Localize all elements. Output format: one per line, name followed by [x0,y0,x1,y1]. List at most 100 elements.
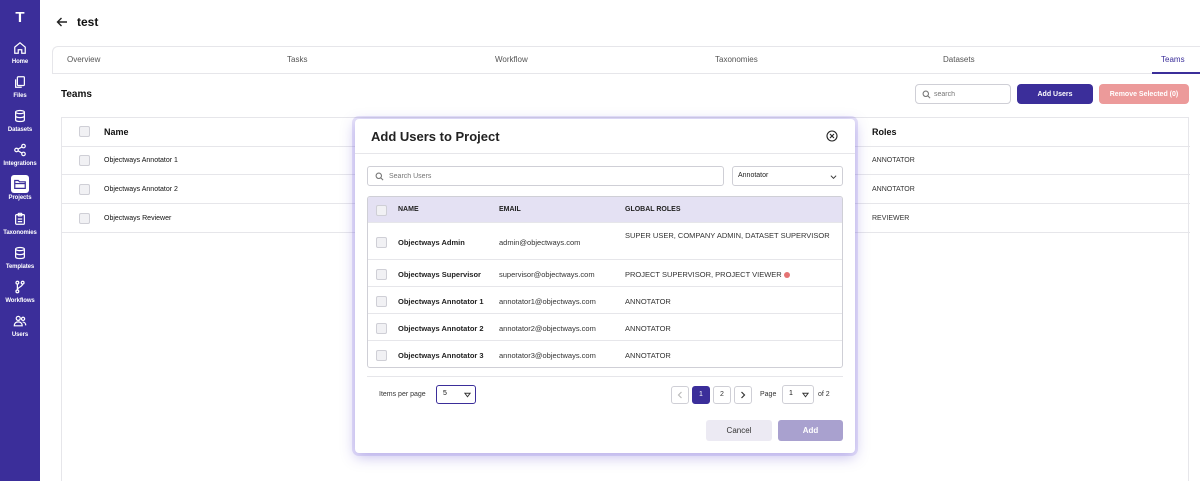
sidebar-item-datasets[interactable]: Datasets [0,109,40,141]
search-icon [922,90,931,99]
user-global-roles: ANNOTATOR [625,324,671,333]
page-title: test [77,15,99,29]
table-row[interactable]: Objectways Admin admin@objectways.com SU… [368,223,842,260]
close-icon[interactable] [826,130,838,142]
user-search-input[interactable] [389,170,709,182]
page-2-button[interactable]: 2 [713,386,731,404]
folder-icon [14,179,26,189]
page-select-value: 1 [789,390,793,397]
tab-workflow[interactable]: Workflow [495,55,528,64]
database-icon [15,246,25,260]
row-checkbox[interactable] [376,269,387,280]
table-row[interactable]: Objectways Annotator 3 annotator3@object… [368,341,842,367]
user-global-roles: SUPER USER, COMPANY ADMIN, DATASET SUPER… [625,231,830,240]
modal-divider [355,153,855,154]
chevron-right-icon [741,391,746,399]
user-name: Objectways Annotator 3 [398,351,484,360]
clipboard-icon [15,212,25,225]
sidebar-item-label: Taxonomies [3,230,37,236]
home-icon [14,41,26,54]
user-name: Objectways Admin [398,238,465,247]
team-search-input[interactable] [934,88,1004,100]
tab-overview[interactable]: Overview [67,55,100,64]
tab-taxonomies[interactable]: Taxonomies [715,55,758,64]
tab-teams[interactable]: Teams [1161,55,1185,64]
user-email: annotator2@objectways.com [499,324,596,333]
table-row[interactable]: Objectways Annotator 2 annotator2@object… [368,314,842,341]
remove-selected-button[interactable]: Remove Selected (0) [1099,84,1189,104]
next-page-button[interactable] [734,386,752,404]
users-table: NAME EMAIL GLOBAL ROLES Objectways Admin… [367,196,843,368]
modal-title: Add Users to Project [371,129,500,144]
cancel-button[interactable]: Cancel [706,420,772,441]
sidebar-item-label: Integrations [3,161,37,167]
user-name: Objectways Annotator 1 [398,297,484,306]
sidebar-item-label: Home [11,59,29,65]
sidebar-item-files[interactable]: Files [0,75,40,107]
add-button[interactable]: Add [778,420,843,441]
sidebar-item-taxonomies[interactable]: Taxonomies [0,212,40,244]
column-header-email: EMAIL [499,206,521,213]
more-roles-indicator-icon[interactable] [783,272,790,278]
select-all-checkbox[interactable] [79,126,90,137]
sidebar-item-users[interactable]: Users [0,314,40,346]
sidebar-item-workflows[interactable]: Workflows [0,280,40,312]
role-filter-value: Annotator [738,172,769,179]
user-global-roles: ANNOTATOR [625,297,671,306]
files-icon [15,76,25,88]
member-role: REVIEWER [872,215,910,222]
user-name: Objectways Annotator 2 [398,324,484,333]
page-label: Page [760,391,777,398]
sidebar-item-integrations[interactable]: Integrations [0,143,40,175]
table-row[interactable]: Objectways Annotator 1 annotator1@object… [368,287,842,314]
row-checkbox[interactable] [79,155,90,166]
page-select[interactable]: 1 [782,385,814,404]
sidebar-item-label: Templates [5,264,35,270]
pagination-divider [367,376,843,377]
sidebar-item-home[interactable]: Home [0,41,40,73]
user-email: supervisor@objectways.com [499,270,595,279]
sidebar-item-label: Projects [8,195,32,201]
row-checkbox[interactable] [79,213,90,224]
tab-datasets[interactable]: Datasets [943,55,975,64]
items-per-page-select[interactable]: 5 [436,385,476,404]
brand-logo: T [15,9,25,26]
column-header-name: NAME [398,206,419,213]
role-filter-select[interactable]: Annotator [732,166,843,186]
row-checkbox[interactable] [79,184,90,195]
branch-icon [15,280,25,294]
user-search [367,166,724,186]
row-checkbox[interactable] [376,350,387,361]
sidebar-item-label: Users [11,332,29,338]
back-arrow-icon[interactable] [56,16,68,28]
column-header-global-roles: GLOBAL ROLES [625,206,681,213]
sidebar-item-label: Files [13,93,27,99]
column-header-roles: Roles [872,127,897,137]
sidebar-item-templates[interactable]: Templates [0,246,40,278]
sidebar-item-projects[interactable]: Projects [0,175,40,209]
tab-tasks[interactable]: Tasks [287,55,307,64]
row-checkbox[interactable] [376,323,387,334]
user-email: annotator3@objectways.com [499,351,596,360]
team-search [915,84,1011,104]
add-users-modal: Add Users to Project Annotator NAME EMAI… [355,119,855,453]
users-icon [13,315,27,327]
select-all-checkbox[interactable] [376,205,387,216]
member-role: ANNOTATOR [872,186,915,193]
page-total-label: of 2 [818,391,830,398]
row-checkbox[interactable] [376,296,387,307]
table-row[interactable]: Objectways Supervisor supervisor@objectw… [368,260,842,287]
member-role: ANNOTATOR [872,157,915,164]
prev-page-button[interactable] [671,386,689,404]
member-name: Objectways Annotator 1 [104,157,178,164]
user-global-roles: ANNOTATOR [625,351,671,360]
section-title: Teams [61,89,92,100]
search-icon [375,172,384,181]
sidebar-item-label: Workflows [5,298,35,304]
table-header-row: NAME EMAIL GLOBAL ROLES [368,197,842,223]
database-icon [15,109,25,123]
column-header-name: Name [104,127,129,137]
row-checkbox[interactable] [376,237,387,248]
page-1-button[interactable]: 1 [692,386,710,404]
add-users-button[interactable]: Add Users [1017,84,1093,104]
